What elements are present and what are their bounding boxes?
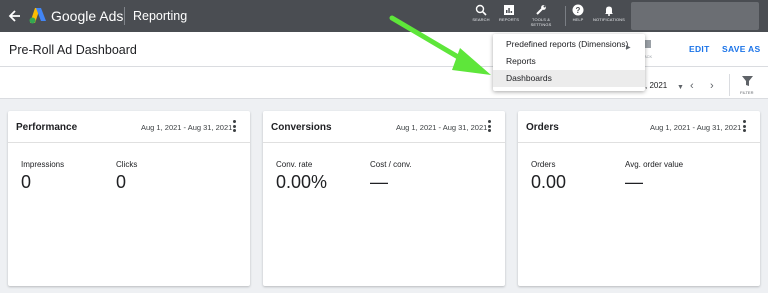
metric-value: 0.00 (531, 172, 567, 192)
card-title: Conversions (271, 122, 332, 133)
help-button[interactable]: ? HELP (563, 4, 593, 30)
menu-item-dashboards[interactable]: Dashboards (493, 70, 645, 87)
more-vert-icon[interactable] (233, 120, 236, 132)
divider (729, 74, 730, 96)
card-header: Performance Aug 1, 2021 - Aug 31, 2021 (8, 111, 250, 143)
metric-label: Impressions (21, 160, 65, 169)
menu-item-label: Dashboards (506, 73, 552, 83)
more-vert-icon[interactable] (488, 120, 491, 132)
metric-value: 0.00% (276, 172, 328, 192)
wrench-icon (536, 5, 546, 15)
card-title: Orders (526, 122, 559, 133)
brand-name: Google Ads (51, 8, 124, 24)
notifications-button[interactable]: NOTIFICATIONS (593, 4, 625, 30)
card-date-range: Aug 1, 2021 - Aug 31, 2021 (396, 123, 488, 132)
conversions-card: Conversions Aug 1, 2021 - Aug 31, 2021 C… (263, 111, 505, 286)
divider (124, 7, 125, 25)
chevron-right-icon[interactable]: › (710, 80, 714, 92)
more-vert-icon[interactable] (743, 120, 746, 132)
metric-value: — (370, 172, 388, 192)
reports-icon (504, 5, 514, 15)
menu-item-predefined-reports[interactable]: Predefined reports (Dimensions) ▶ (493, 36, 645, 53)
card-date-range: Aug 1, 2021 - Aug 31, 2021 (650, 123, 742, 132)
tools-settings-caption: TOOLS & SETTINGS (530, 17, 552, 27)
metric-value: 0 (21, 172, 32, 192)
bell-icon (605, 6, 613, 16)
performance-card: Performance Aug 1, 2021 - Aug 31, 2021 I… (8, 111, 250, 286)
page-title: Pre-Roll Ad Dashboard (9, 43, 137, 57)
top-app-bar: Google Ads Reporting SEARCH REPORTS TOOL… (0, 0, 768, 32)
metric-label: Orders (531, 160, 556, 169)
orders-card: Orders Aug 1, 2021 - Aug 31, 2021 Orders… (518, 111, 760, 286)
back-arrow-icon[interactable] (8, 8, 22, 24)
svg-text:?: ? (576, 6, 581, 15)
metric-value: 0 (116, 172, 127, 192)
filter-label[interactable]: FILTER (740, 90, 753, 95)
notifications-caption: NOTIFICATIONS (593, 17, 625, 22)
help-caption: HELP (572, 17, 584, 22)
account-selector[interactable] (631, 2, 759, 30)
metric-label: Cost / conv. (370, 160, 412, 169)
menu-item-label: Predefined reports (Dimensions) (506, 39, 629, 49)
card-date-range: Aug 1, 2021 - Aug 31, 2021 (141, 123, 233, 132)
card-title: Performance (16, 122, 78, 133)
menu-item-label: Reports (506, 56, 536, 66)
section-title: Reporting (133, 9, 188, 23)
page-header: Pre-Roll Ad Dashboard EDIT SAVE AS (0, 32, 768, 67)
chevron-left-icon[interactable]: ‹ (690, 80, 694, 92)
partial-label: ACK (644, 54, 653, 59)
metric-value: — (625, 172, 643, 192)
tools-settings-button[interactable]: TOOLS & SETTINGS (526, 4, 556, 30)
save-as-button[interactable]: SAVE AS (722, 44, 760, 54)
metric-label: Conv. rate (276, 160, 313, 169)
card-header: Orders Aug 1, 2021 - Aug 31, 2021 (518, 111, 760, 143)
date-range-selector[interactable]: , 2021 (645, 81, 667, 90)
caret-down-icon[interactable]: ▼ (677, 84, 684, 91)
annotation-arrow-icon (389, 15, 491, 75)
reports-caption: REPORTS (499, 17, 519, 22)
metric-label: Avg. order value (625, 160, 684, 169)
reports-button[interactable]: REPORTS (494, 4, 524, 30)
reports-dropdown-menu: Predefined reports (Dimensions) ▶ Report… (493, 34, 645, 91)
help-icon: ? (572, 4, 584, 16)
edit-button[interactable]: EDIT (689, 44, 710, 54)
menu-item-reports[interactable]: Reports (493, 53, 645, 70)
filter-icon[interactable] (742, 76, 753, 86)
google-ads-logo[interactable] (29, 7, 47, 24)
card-header: Conversions Aug 1, 2021 - Aug 31, 2021 (263, 111, 505, 143)
metric-label: Clicks (116, 160, 138, 169)
